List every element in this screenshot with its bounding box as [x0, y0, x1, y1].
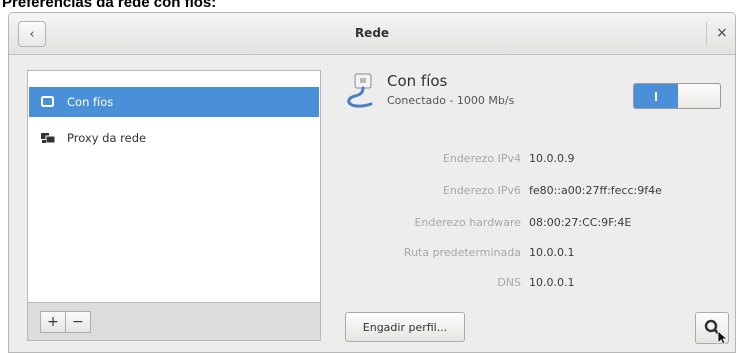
connection-toggle[interactable]: [633, 83, 721, 109]
wrench-icon: [704, 319, 729, 345]
page-caption: Preferencias da rede con fíos:: [2, 0, 217, 11]
wired-icon: [41, 96, 55, 108]
proxy-icon: [41, 132, 56, 144]
connection-status: Conectado - 1000 Mb/s: [387, 94, 515, 107]
sidebar-toolbar: + −: [28, 302, 320, 340]
default-route-label: Ruta predeterminada: [403, 246, 521, 259]
hardware-address-label: Enderezo hardware: [414, 216, 521, 229]
close-icon: ×: [716, 25, 728, 41]
hardware-address-row: Enderezo hardware 08:00:27:CC:9F:4E: [339, 216, 731, 232]
minus-icon: −: [72, 314, 84, 330]
remove-connection-button[interactable]: −: [65, 311, 91, 333]
sidebar-item-label: Proxy da rede: [67, 131, 147, 145]
add-connection-button[interactable]: +: [40, 311, 66, 333]
connection-name: Con fíos: [387, 72, 448, 90]
dns-value: 10.0.0.1: [529, 276, 575, 289]
dns-row: DNS 10.0.0.1: [339, 276, 731, 292]
hardware-address-value: 08:00:27:CC:9F:4E: [529, 216, 632, 229]
close-button[interactable]: ×: [713, 24, 731, 42]
default-route-row: Ruta predeterminada 10.0.0.1: [339, 246, 731, 262]
titlebar-separator: [706, 22, 707, 46]
toggle-on-indicator: [634, 84, 678, 108]
default-route-value: 10.0.0.1: [529, 246, 575, 259]
dns-label: DNS: [497, 276, 521, 289]
ipv4-label: Enderezo IPv4: [442, 152, 521, 165]
titlebar: ‹ Rede ×: [9, 13, 735, 55]
ipv6-label: Enderezo IPv6: [442, 184, 521, 197]
sidebar: Con fíos Proxy da rede + −: [27, 70, 321, 341]
sidebar-item-proxy[interactable]: Proxy da rede: [29, 123, 319, 153]
connection-list: Con fíos Proxy da rede: [28, 71, 320, 303]
ipv6-row: Enderezo IPv6 fe80::a00:27ff:fecc:9f4e: [339, 184, 731, 200]
connection-details-panel: Con fíos Conectado - 1000 Mb/s Enderezo …: [339, 70, 731, 350]
ipv6-value: fe80::a00:27ff:fecc:9f4e: [529, 184, 662, 197]
sidebar-item-label: Con fíos: [67, 95, 114, 109]
add-profile-button[interactable]: Engadir perfil...: [345, 312, 465, 342]
plus-icon: +: [47, 314, 59, 330]
connection-settings-button[interactable]: [695, 312, 729, 345]
sidebar-item-wired[interactable]: Con fíos: [29, 87, 319, 117]
network-cable-icon: [341, 72, 379, 112]
ipv4-row: Enderezo IPv4 10.0.0.9: [339, 152, 731, 168]
network-settings-window: ‹ Rede × Con fíos Proxy da rede + − Con …: [8, 12, 736, 353]
window-title: Rede: [354, 26, 390, 40]
ipv4-value: 10.0.0.9: [529, 152, 575, 165]
